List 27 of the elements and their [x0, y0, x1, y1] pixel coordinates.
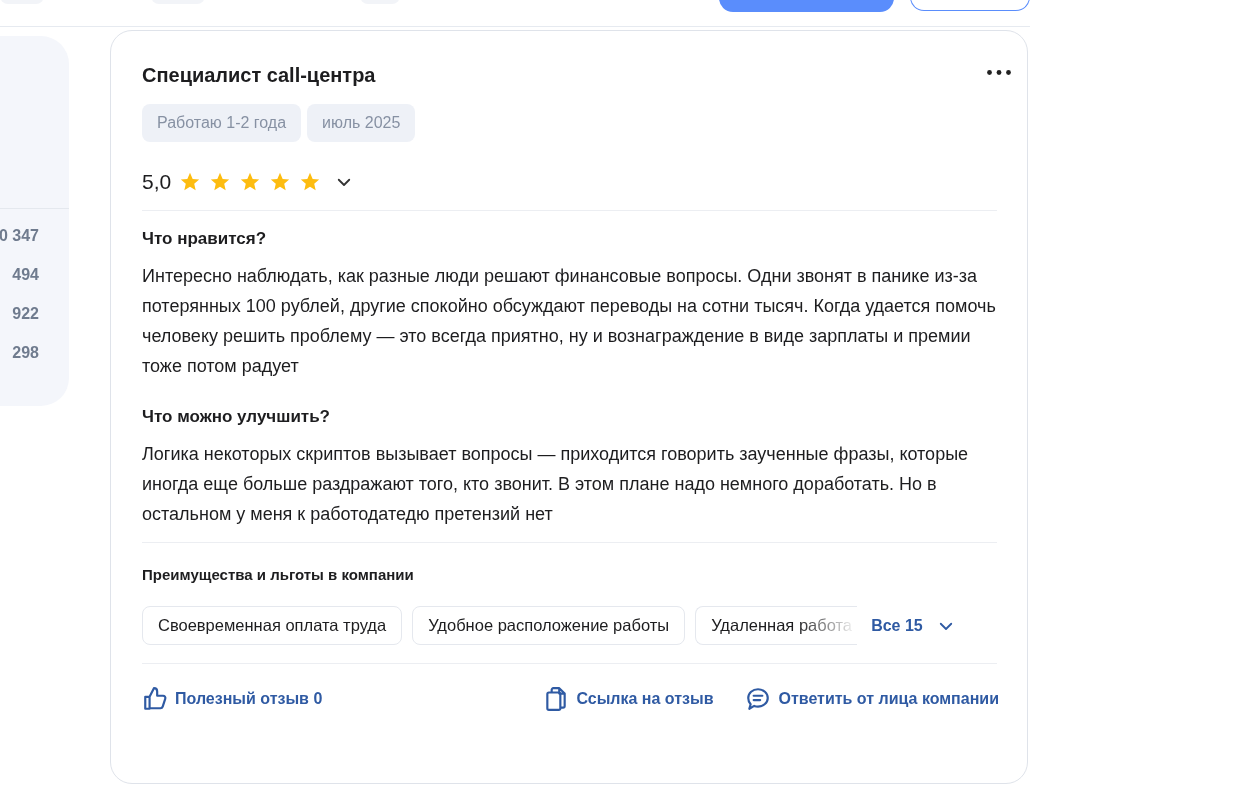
- review-link[interactable]: Ссылка на отзыв: [543, 686, 714, 712]
- count-value: 922: [12, 305, 40, 324]
- benefit-chip: Удобное расположение работы: [412, 606, 686, 645]
- thumbs-up-icon: [142, 686, 168, 712]
- review-text: Логика некоторых скриптов вызывает вопросы — приходится говорить заученные фразы, которые иногда еще больше раздражают того, кто звонит. В этом плане надо немного доработать. Но в остальном у меня к работодатедю претензий нет: [142, 443, 970, 526]
- star-icon: [269, 171, 292, 193]
- helpful-link[interactable]: Полезный отзыв 0: [142, 686, 323, 712]
- benefit-chip: Своевременная оплата труда: [142, 606, 403, 645]
- more-icon: [987, 70, 1011, 75]
- rating-value: 5,0: [142, 170, 172, 194]
- section-heading: Что можно улучшить?: [142, 407, 331, 427]
- star-icon: [299, 171, 322, 193]
- tag: июль 2025: [307, 104, 416, 142]
- review-title: Специалист call-центра: [142, 64, 376, 87]
- star-icon: [209, 171, 232, 193]
- benefits-heading: Преимущества и льготы в компании: [142, 566, 415, 583]
- star-icon: [239, 171, 262, 193]
- chat-icon: [745, 686, 772, 712]
- tag: Работаю 1-2 года: [142, 104, 302, 142]
- count-value: 494: [12, 266, 40, 285]
- star-icon: [179, 171, 202, 193]
- review-text: Интересно наблюдать, как разные люди решают финансовые вопросы. Одни звонят в панике из-за потерянных 100 рублей, другие спокойно обсуждают переводы на сотни тысяч. Когда удается помочь человеку решить проблему — это всегда приятно, ну и вознаграждение в виде зарплаты и премии тоже потом радует: [142, 265, 997, 378]
- section-heading: Что нравится?: [142, 229, 268, 249]
- reply-link[interactable]: Ответить от лица компании: [745, 686, 999, 712]
- show-all-link[interactable]: Все 15: [871, 616, 955, 635]
- count-value: 298: [12, 344, 40, 363]
- count-value: 0 347: [0, 227, 40, 246]
